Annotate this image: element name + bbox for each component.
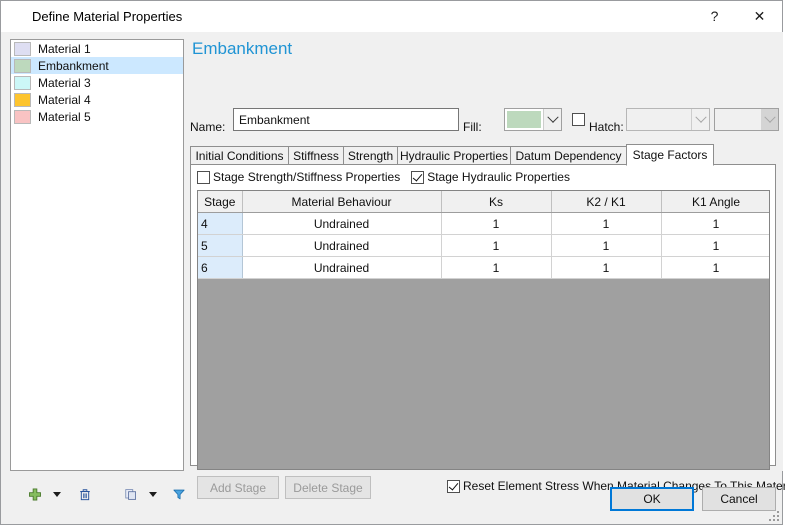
chevron-down-icon xyxy=(546,111,559,123)
material-list-item[interactable]: Material 5 xyxy=(11,108,183,125)
grid-cell[interactable]: Undrained xyxy=(242,256,442,279)
grid-column-header[interactable]: K2 / K1 xyxy=(551,191,662,213)
hatch-pattern-dropdown xyxy=(626,108,710,131)
hatch-pattern-value xyxy=(627,109,691,130)
stage-options-row: Stage Strength/Stiffness Properties Stage… xyxy=(197,170,581,184)
material-list-item[interactable]: Material 4 xyxy=(11,91,183,108)
stage-factors-page: Stage Strength/Stiffness Properties Stage… xyxy=(190,164,785,499)
checkbox-stage-hydraulic-properties[interactable] xyxy=(411,170,425,184)
material-color-swatch xyxy=(14,109,31,124)
chevron-down-icon xyxy=(149,491,157,497)
checkbox-label: Stage Strength/Stiffness Properties xyxy=(213,170,401,184)
hatch-label: Hatch: xyxy=(589,120,624,134)
grid-cell[interactable]: 1 xyxy=(661,212,769,235)
plus-icon xyxy=(29,488,41,500)
fill-dropdown-arrow[interactable] xyxy=(543,109,561,130)
close-icon: ✕ xyxy=(753,8,766,24)
chevron-down-icon xyxy=(694,111,707,123)
tab-stage-factors[interactable]: Stage Factors xyxy=(626,144,714,166)
close-button[interactable]: ✕ xyxy=(737,1,782,31)
funnel-icon xyxy=(173,489,185,499)
grid-row[interactable]: 4 Undrained 1 1 1 xyxy=(198,212,769,235)
material-list-item-label: Material 5 xyxy=(38,109,91,124)
hatch-color-dropdown-arrow xyxy=(761,109,778,130)
chevron-down-icon xyxy=(763,111,776,123)
grid-cell[interactable]: 1 xyxy=(441,234,552,257)
checkbox-label: Stage Hydraulic Properties xyxy=(427,170,570,184)
grid-cell[interactable]: Undrained xyxy=(242,212,442,235)
grid-row[interactable]: 6 Undrained 1 1 1 xyxy=(198,256,769,279)
name-label: Name: xyxy=(190,120,226,134)
grid-cell[interactable]: 1 xyxy=(441,256,552,279)
grid-cell[interactable]: Undrained xyxy=(242,234,442,257)
grid-cell[interactable]: 1 xyxy=(551,212,662,235)
material-properties-panel: Embankment Name: Fill: Hatch: Initial Co… xyxy=(186,32,785,499)
grid-column-header[interactable]: K1 Angle xyxy=(661,191,769,213)
material-list-item-label: Material 1 xyxy=(38,41,91,56)
grid-cell[interactable]: 1 xyxy=(551,234,662,257)
material-list[interactable]: Material 1 Embankment Material 3 Material 4… xyxy=(10,39,184,471)
name-input[interactable] xyxy=(233,108,459,131)
fill-label: Fill: xyxy=(463,120,482,134)
filter-materials-icon[interactable] xyxy=(166,479,192,509)
hatch-color-value xyxy=(717,111,759,128)
grid-cell[interactable]: 1 xyxy=(441,212,552,235)
grid-column-header[interactable]: Stage xyxy=(198,191,243,213)
tab-datum-dependency[interactable]: Datum Dependency xyxy=(510,146,627,165)
copy-material-dropdown[interactable] xyxy=(146,479,160,509)
material-list-toolbar xyxy=(10,479,185,511)
material-list-item[interactable]: Material 3 xyxy=(11,74,183,91)
stage-factors-grid[interactable]: Stage Material Behaviour Ks K2 / K1 K1 Angle… xyxy=(197,190,770,470)
define-material-properties-dialog: Define Material Properties ? ✕ Material … xyxy=(0,0,785,525)
tab-initial-conditions[interactable]: Initial Conditions xyxy=(190,146,289,165)
title-bar: Define Material Properties ? ✕ xyxy=(1,1,782,32)
hatch-color-dropdown xyxy=(714,108,779,131)
property-tabs: Initial Conditions Stiffness Strength Hydra… xyxy=(190,144,776,166)
material-list-item[interactable]: Material 1 xyxy=(11,40,183,57)
material-list-item-label: Embankment xyxy=(38,58,109,73)
copy-material-icon[interactable] xyxy=(118,479,144,509)
checkbox-stage-strength-stiffness-properties[interactable] xyxy=(197,170,210,184)
grid-column-header[interactable]: Material Behaviour xyxy=(242,191,442,213)
copy-icon xyxy=(125,488,136,500)
grid-header-row: Stage Material Behaviour Ks K2 / K1 K1 Angle xyxy=(198,191,769,213)
delete-stage-button[interactable]: Delete Stage xyxy=(285,476,371,499)
window-title: Define Material Properties xyxy=(32,9,183,24)
fill-color-swatch xyxy=(507,111,541,128)
page-title: Embankment xyxy=(192,39,293,58)
trash-icon xyxy=(80,488,90,500)
add-material-dropdown[interactable] xyxy=(50,479,64,509)
delete-material-icon[interactable] xyxy=(72,479,98,509)
resize-grip[interactable] xyxy=(768,510,780,522)
material-list-item-label: Material 3 xyxy=(38,75,91,90)
tab-hydraulic-properties[interactable]: Hydraulic Properties xyxy=(397,146,511,165)
grid-cell[interactable]: 1 xyxy=(551,256,662,279)
grid-row[interactable]: 5 Undrained 1 1 1 xyxy=(198,234,769,257)
material-list-item-label: Material 4 xyxy=(38,92,91,107)
add-stage-button[interactable]: Add Stage xyxy=(197,476,279,499)
grid-cell[interactable]: 1 xyxy=(661,234,769,257)
add-material-icon[interactable] xyxy=(22,479,48,509)
chevron-down-icon xyxy=(53,491,61,497)
grid-cell-stage[interactable]: 5 xyxy=(198,234,243,257)
material-color-swatch xyxy=(14,75,31,90)
hatch-checkbox[interactable] xyxy=(572,113,585,126)
tab-stiffness[interactable]: Stiffness xyxy=(288,146,344,165)
grid-cell[interactable]: 1 xyxy=(661,256,769,279)
grid-cell-stage[interactable]: 6 xyxy=(198,256,243,279)
hatch-pattern-dropdown-arrow xyxy=(691,109,709,130)
tab-strength[interactable]: Strength xyxy=(343,146,398,165)
ok-button[interactable]: OK xyxy=(610,487,694,511)
help-button[interactable]: ? xyxy=(692,1,737,31)
material-color-swatch xyxy=(14,41,31,56)
grid-cell-stage[interactable]: 4 xyxy=(198,212,243,235)
material-list-item[interactable]: Embankment xyxy=(11,57,183,74)
material-color-swatch xyxy=(14,92,31,107)
cancel-button[interactable]: Cancel xyxy=(702,487,776,511)
grid-column-header[interactable]: Ks xyxy=(441,191,552,213)
reset-element-stress-checkbox[interactable] xyxy=(447,479,460,493)
help-icon: ? xyxy=(710,8,719,24)
material-color-swatch xyxy=(14,58,31,73)
fill-color-dropdown[interactable] xyxy=(504,108,562,131)
